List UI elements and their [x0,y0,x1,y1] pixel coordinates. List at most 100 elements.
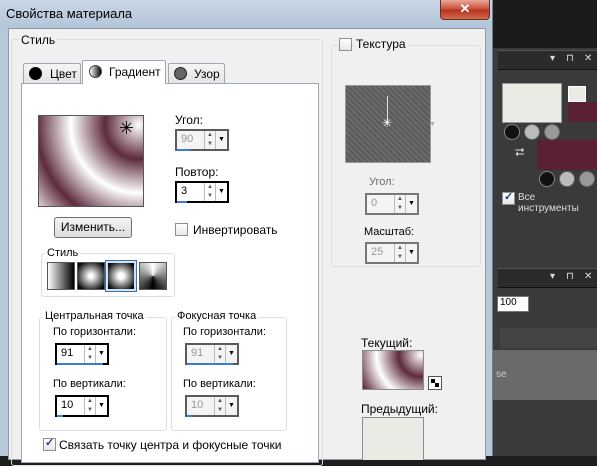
center-v-slider-bar[interactable] [57,415,63,417]
center-v-value: 10 [61,399,74,411]
focal-point-label: Фокусная точка [175,310,259,322]
pin-icon[interactable]: ▾ [550,53,555,64]
pin-icon-4[interactable]: ⊓ [566,271,574,282]
texture-scale-field[interactable]: 25 ▲ ▼ ▼ [365,242,419,264]
sunburst-style-icon[interactable] [139,262,167,290]
pin-icon-3[interactable]: ▾ [550,271,555,282]
radial-style-icon[interactable] [108,263,134,289]
title-bar[interactable]: Свойства материала ✕ [0,0,492,28]
gradient-mode-icon[interactable] [524,124,540,140]
panel-close-icon-2[interactable]: ✕ [584,271,592,282]
edit-button[interactable]: Изменить... [54,217,132,238]
background-color-swatch[interactable] [537,140,597,170]
color-circle-icon [29,67,42,80]
bg-gradient-mode-icon[interactable] [559,171,575,187]
current-label: Текущий: [361,336,413,350]
foreground-color-swatch[interactable] [502,83,562,123]
texture-anchor-icon[interactable]: ✳ [382,116,392,130]
focal-v-field[interactable]: 10 ▲ ▼ ▼ [185,395,239,417]
angle-field[interactable]: 90 ▲ ▼ ▼ [175,129,229,151]
radial-style-selected[interactable] [105,260,137,292]
tab-pattern[interactable]: Узор [168,63,225,84]
linear-style-icon[interactable] [47,262,75,290]
texture-label: Текстура [354,37,408,51]
current-swap-button[interactable] [428,376,442,390]
texture-scale-spinner[interactable]: ▲ ▼ [394,244,405,262]
focal-h-spinner[interactable]: ▲ ▼ [214,345,225,363]
link-points-label: Связать точку центра и фокусные точки [59,438,282,452]
texture-angle-spinner[interactable]: ▲ ▼ [394,195,405,213]
texture-angle-dropdown-icon[interactable]: ▼ [405,195,417,213]
texture-scale-dropdown-icon[interactable]: ▼ [405,244,417,262]
previous-label: Предыдущий: [361,402,438,416]
texture-checkbox[interactable] [339,38,352,51]
gradient-preview[interactable]: ✳ [38,115,144,207]
texture-dropdown-icon[interactable]: ▼ [429,121,436,128]
angle-dropdown-icon[interactable]: ▼ [215,131,227,149]
focal-v-dropdown-icon[interactable]: ▼ [225,397,237,415]
close-button[interactable]: ✕ [440,0,490,20]
focal-v-spinner[interactable]: ▲ ▼ [214,397,225,415]
bg-pattern-mode-icon[interactable] [579,171,595,187]
texture-scale-value: 25 [371,246,384,258]
link-points-checkbox[interactable] [43,436,56,451]
focal-h-field[interactable]: 91 ▲ ▼ ▼ [185,343,239,365]
mini-swatch[interactable] [568,86,586,102]
texture-angle-field[interactable]: 0 ▲ ▼ ▼ [365,193,419,215]
repeat-spinner[interactable]: ▲ ▼ [204,183,215,201]
color-mode-icon[interactable] [504,124,520,140]
center-h-dropdown-icon[interactable]: ▼ [95,345,107,363]
center-v-field[interactable]: 10 ▲ ▼ ▼ [55,395,109,417]
focal-h-dropdown-icon[interactable]: ▼ [225,345,237,363]
panel-close-icon[interactable]: ✕ [584,53,592,64]
pattern-globe-icon [174,67,187,80]
focal-v-slider-bar[interactable] [187,415,193,417]
repeat-value: 3 [181,185,188,197]
zoom-field[interactable]: 100 [497,296,529,312]
center-v-spinner[interactable]: ▲ ▼ [84,397,95,415]
panel-header-2: ▾ ⊓ ✕ [498,268,597,288]
repeat-label: Повтор: [175,165,219,179]
texture-angle-value: 0 [371,197,378,209]
center-v-dropdown-icon[interactable]: ▼ [95,397,107,415]
center-h-field[interactable]: 91 ▲ ▼ ▼ [55,343,109,365]
right-panel-top [490,0,597,48]
tab-color[interactable]: Цвет [23,63,81,84]
center-h-value: 91 [61,347,74,359]
center-h-slider-bar[interactable] [57,363,103,365]
invert-label: Инвертировать [193,223,278,237]
gradient-circle-icon [89,65,102,78]
center-h-spinner[interactable]: ▲ ▼ [84,345,95,363]
angle-slider-bar[interactable] [177,149,191,151]
panel-header: ▾ ⊓ ✕ [498,50,597,70]
pattern-mode-icon[interactable] [544,124,560,140]
repeat-slider-bar[interactable] [177,201,187,203]
current-swatch[interactable] [362,350,424,390]
material-properties-dialog: Свойства материала ✕ Стиль Цвет Градиент… [0,0,493,466]
focal-v-value: 10 [191,399,204,411]
repeat-field[interactable]: 3 ▲ ▼ ▼ [175,181,229,203]
focal-v-label: По вертикали: [183,378,256,390]
mini-swatch-dark[interactable] [568,102,597,122]
tab-gradient[interactable]: Градиент [82,60,166,84]
invert-checkbox[interactable] [175,223,188,236]
repeat-dropdown-icon[interactable]: ▼ [215,183,227,201]
bg-color-mode-icon[interactable] [539,171,555,187]
focal-star-icon[interactable]: ✳ [119,118,134,139]
all-tools-checkbox[interactable] [502,190,515,205]
dialog-title: Свойства материала [6,6,133,21]
gradient-style-label: Стиль [45,247,81,259]
texture-scale-label: Масштаб: [364,226,415,238]
angle-label: Угол: [175,113,203,127]
center-point-label: Центральная точка [43,310,146,322]
swap-icon[interactable]: ⮂ [515,145,525,160]
layer-bar [500,328,597,348]
style-group-label: Стиль [19,33,58,47]
previous-swatch[interactable] [362,417,424,460]
texture-preview[interactable]: ✳ [345,85,431,163]
focal-h-slider-bar[interactable] [187,363,233,365]
tab-gradient-label: Градиент [109,65,161,79]
rectangular-style-icon[interactable] [77,262,105,290]
angle-spinner[interactable]: ▲ ▼ [204,131,215,149]
pin-icon-2[interactable]: ⊓ [566,53,574,64]
